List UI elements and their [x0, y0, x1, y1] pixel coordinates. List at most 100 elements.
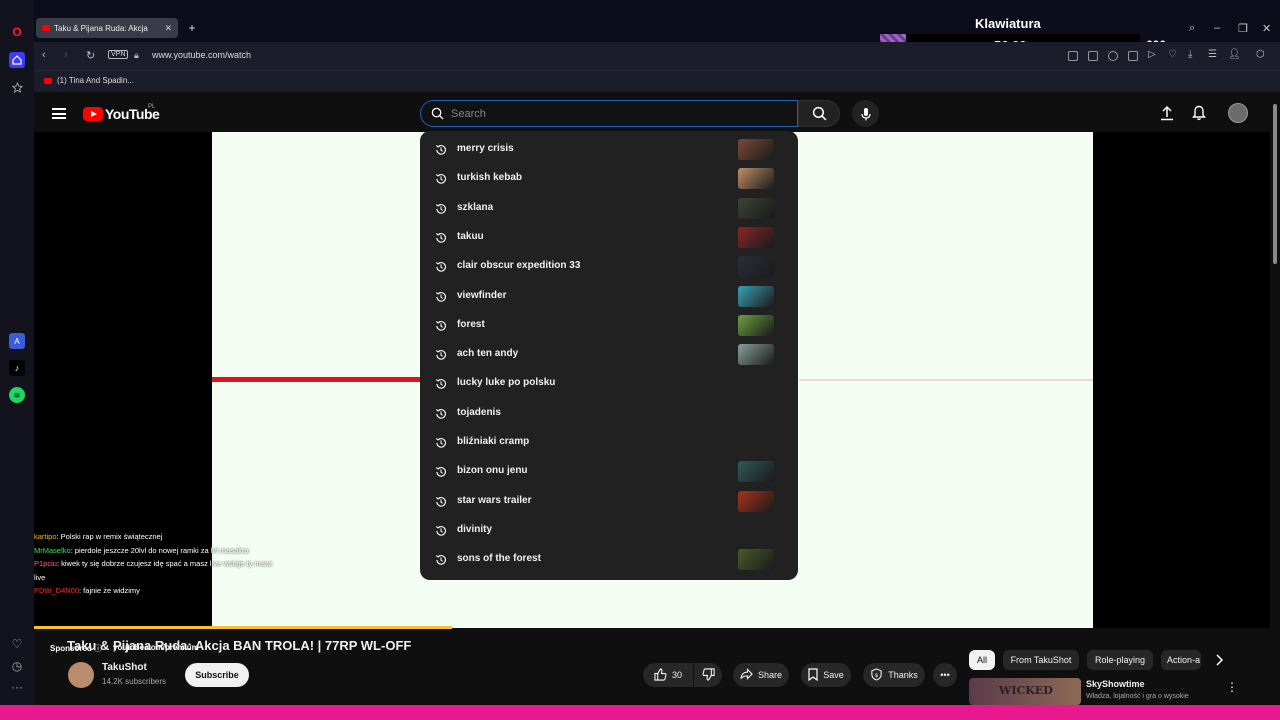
history-icon: [435, 553, 447, 571]
upload-icon[interactable]: [1160, 105, 1174, 126]
recommended-thumbnail[interactable]: WICKED: [969, 678, 1081, 705]
history-icon: [435, 465, 447, 483]
home-icon[interactable]: [9, 52, 25, 68]
suggestion-thumbnail[interactable]: [738, 256, 774, 278]
restore-icon[interactable]: ❐: [1238, 22, 1248, 35]
chip-all[interactable]: All: [969, 650, 995, 670]
chip-from-channel[interactable]: From TakuShot: [1003, 650, 1079, 670]
search-box[interactable]: [420, 100, 798, 127]
url-field[interactable]: www.youtube.com/watch: [152, 50, 251, 60]
more-actions-button[interactable]: •••: [933, 663, 957, 687]
tiktok-icon[interactable]: ♪: [9, 360, 25, 376]
new-tab-button[interactable]: +: [186, 22, 198, 34]
suggestion-thumbnail[interactable]: [738, 549, 774, 571]
heart-outline-icon[interactable]: ♡: [1168, 49, 1177, 60]
suggestion-item[interactable]: ach ten andy: [420, 340, 798, 369]
history-icon[interactable]: ◷: [9, 658, 25, 674]
extension-2-icon[interactable]: [1088, 51, 1098, 61]
video-progress-bar[interactable]: [34, 626, 452, 629]
suggestion-item[interactable]: divinity: [420, 516, 798, 545]
suggestion-item[interactable]: bliźniaki cramp: [420, 428, 798, 457]
recommended-description: Władza, lojalność i gra o wysokie: [1086, 693, 1189, 700]
suggestion-text: tojadenis: [457, 406, 501, 418]
suggestion-thumbnail[interactable]: [738, 314, 774, 336]
suggestion-item[interactable]: takuu: [420, 223, 798, 252]
suggestion-text: star wars trailer: [457, 494, 532, 506]
lock-icon[interactable]: 🔒︎: [134, 50, 139, 61]
channel-name[interactable]: TakuShot: [102, 662, 147, 673]
suggestion-item[interactable]: bizon onu jenu: [420, 457, 798, 486]
thanks-button[interactable]: $ Thanks: [863, 663, 925, 687]
suggestion-thumbnail[interactable]: [738, 197, 774, 219]
profile-icon[interactable]: 👤︎: [1228, 49, 1241, 60]
suggestion-thumbnail[interactable]: [738, 285, 774, 307]
subscribe-button[interactable]: Subscribe: [185, 663, 249, 687]
suggestion-thumbnail[interactable]: [738, 226, 774, 248]
vpn-badge[interactable]: VPN: [108, 50, 129, 59]
download-icon[interactable]: ⤓: [1188, 49, 1192, 60]
back-icon[interactable]: ‹: [42, 49, 46, 61]
stream-chat-overlay: kartipo: Polski rap w remix świątecznej …: [34, 530, 274, 620]
suggestion-thumbnail[interactable]: [738, 490, 774, 512]
play-icon[interactable]: ▷: [1148, 49, 1156, 60]
close-tab-icon[interactable]: ✕: [164, 23, 172, 34]
account-avatar[interactable]: [1228, 103, 1248, 123]
chip-role-playing[interactable]: Role-playing: [1087, 650, 1153, 670]
like-button[interactable]: 30: [643, 663, 693, 687]
star-icon[interactable]: [9, 79, 25, 95]
notifications-bell-icon[interactable]: [1192, 105, 1206, 126]
suggestion-item[interactable]: clair obscur expedition 33: [420, 252, 798, 281]
extension-3-icon[interactable]: [1108, 51, 1118, 61]
suggestion-thumbnail[interactable]: [738, 461, 774, 483]
chip-action[interactable]: Action-a: [1161, 650, 1201, 670]
extension-1-icon[interactable]: [1068, 51, 1078, 61]
suggestion-item[interactable]: star wars trailer: [420, 487, 798, 516]
channel-avatar[interactable]: [68, 662, 94, 688]
guide-menu-icon[interactable]: [52, 108, 66, 119]
close-window-icon[interactable]: ✕: [1262, 22, 1271, 35]
reload-icon[interactable]: ↻: [86, 49, 95, 62]
suggestion-item[interactable]: szklana: [420, 194, 798, 223]
tab-title: Taku & Pijana Ruda: Akcja: [54, 23, 148, 33]
easy-setup-icon[interactable]: ⬡: [1256, 49, 1265, 60]
more-icon[interactable]: ···: [9, 679, 25, 695]
dislike-button[interactable]: [694, 663, 722, 687]
bookmark-item[interactable]: (1) Tina And Spadin...: [44, 76, 134, 85]
suggestion-text: turkish kebab: [457, 172, 523, 184]
suggestion-text: forest: [457, 318, 485, 330]
scrollbar-thumb[interactable]: [1273, 104, 1277, 264]
share-button[interactable]: Share: [733, 663, 789, 687]
suggestion-item[interactable]: turkish kebab: [420, 164, 798, 193]
opera-logo-icon[interactable]: O: [9, 24, 25, 40]
search-input[interactable]: [451, 106, 751, 122]
suggestion-thumbnail[interactable]: [738, 168, 774, 190]
suggestion-item[interactable]: sons of the forest: [420, 545, 798, 574]
search-button[interactable]: [798, 100, 840, 127]
search-tabs-icon[interactable]: ⌕: [1189, 22, 1195, 35]
suggestion-thumbnail[interactable]: [738, 139, 774, 160]
suggestion-item[interactable]: tojadenis: [420, 399, 798, 428]
forward-icon[interactable]: ›: [64, 49, 68, 61]
menu-icon[interactable]: ☰: [1208, 49, 1217, 60]
suggestion-text: divinity: [457, 523, 493, 535]
thumbs-up-icon: [654, 667, 667, 683]
suggestion-item[interactable]: forest: [420, 311, 798, 340]
spotify-icon[interactable]: ≋: [9, 387, 25, 403]
voice-search-button[interactable]: [852, 100, 879, 127]
suggestion-item[interactable]: merry crisis: [420, 135, 798, 164]
chevron-right-icon[interactable]: [1214, 653, 1224, 671]
recommended-title[interactable]: SkyShowtime: [1086, 679, 1145, 689]
tab-youtube[interactable]: Taku & Pijana Ruda: Akcja ✕: [36, 18, 178, 38]
search-icon: [812, 106, 826, 121]
extension-4-icon[interactable]: [1128, 51, 1138, 61]
suggestion-item[interactable]: lucky luke po polsku: [420, 369, 798, 398]
chat-message: PDW_D4N00: fajnie że widzimy: [34, 586, 140, 595]
app-store-icon[interactable]: A: [9, 333, 25, 349]
page-scrollbar[interactable]: [1270, 92, 1280, 705]
suggestion-item[interactable]: viewfinder: [420, 282, 798, 311]
more-vertical-icon[interactable]: ⋮: [1226, 680, 1238, 694]
suggestion-thumbnail[interactable]: [738, 344, 774, 366]
save-button[interactable]: Save: [801, 663, 851, 687]
minimize-icon[interactable]: –: [1214, 22, 1220, 34]
heart-icon[interactable]: ♡: [9, 636, 25, 652]
